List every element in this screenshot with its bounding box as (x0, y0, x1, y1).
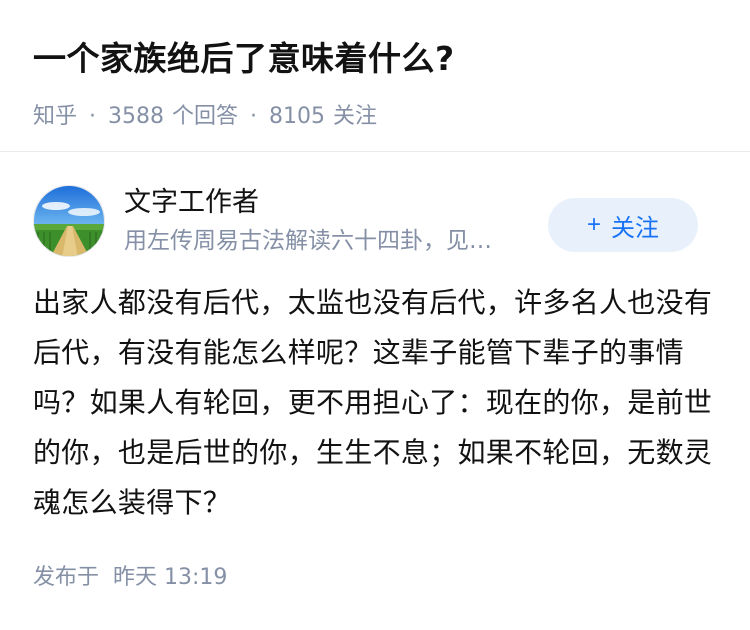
author-headline: 用左传周易古法解读六十四卦，见… (124, 228, 492, 254)
meta-separator: · (250, 104, 258, 129)
publish-time: 昨天 13:19 (113, 565, 228, 590)
avatar-landscape-path-icon (34, 186, 104, 256)
publish-label: 发布于 (33, 565, 100, 590)
follow-count-label: 关注 (333, 104, 378, 129)
source-label[interactable]: 知乎 (33, 102, 77, 132)
author-name[interactable]: 文字工作者 (124, 185, 536, 221)
follow-button[interactable]: + 关注 (548, 198, 698, 252)
avatar[interactable] (33, 185, 105, 257)
question-meta: 知乎 · 3588 个回答 · 8105 关注 (33, 102, 717, 132)
follow-button-label: 关注 (611, 214, 659, 242)
author-row: 文字工作者 用左传周易古法解读六十四卦，见… + 关注 (33, 152, 717, 272)
plus-icon: + (586, 211, 601, 238)
question-header: 一个家族绝后了意味着什么? 知乎 · 3588 个回答 · 8105 关注 (0, 0, 750, 151)
author-info: 文字工作者 用左传周易古法解读六十四卦，见… (124, 185, 536, 257)
answer-count-label: 个回答 (172, 104, 239, 129)
answer-page: 一个家族绝后了意味着什么? 知乎 · 3588 个回答 · 8105 关注 文字… (0, 0, 750, 630)
meta-separator: · (89, 104, 97, 129)
answer-content[interactable]: 出家人都没有后代，太监也没有后代，许多名人也没有后代，有没有能怎么样呢？这辈子能… (33, 278, 713, 528)
follow-count: 8105 (269, 104, 326, 129)
publish-info: 发布于 昨天 13:19 (33, 563, 227, 593)
answer-count: 3588 (108, 104, 165, 129)
answer-card: 文字工作者 用左传周易古法解读六十四卦，见… + 关注 出家人都没有后代，太监也… (0, 152, 750, 528)
question-title[interactable]: 一个家族绝后了意味着什么? (33, 36, 717, 82)
